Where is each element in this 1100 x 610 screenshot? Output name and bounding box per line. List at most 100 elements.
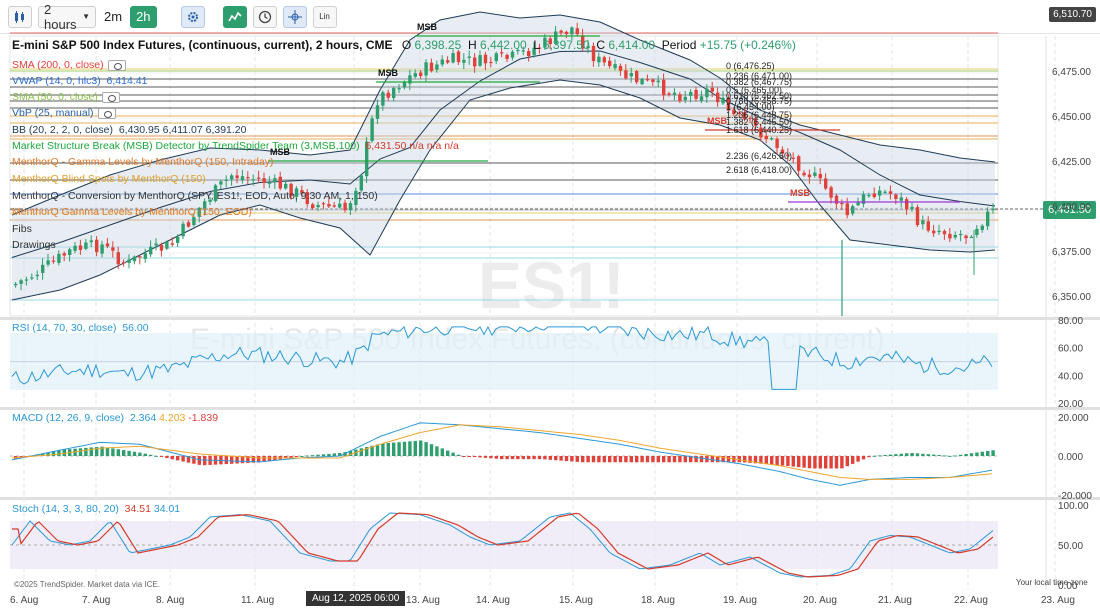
macd-hist-bar (473, 456, 477, 458)
legend-vwap[interactable]: VWAP (14, 0, hlc3) 6,414.41 (12, 74, 147, 88)
candle-up (478, 55, 482, 66)
blindspots-label: MenthorQ Blind Spots by MenthorQ (150) (12, 173, 206, 185)
low-label: L (533, 38, 540, 52)
candle-down (483, 54, 488, 64)
msb-label: MSB (378, 68, 399, 78)
candle-up (127, 259, 131, 263)
fib-label: 2.618 (6,418.00) (726, 165, 792, 175)
candle-up (494, 53, 498, 62)
macd-hist-bar (116, 449, 120, 456)
macd-hist-bar (937, 455, 941, 457)
eye-icon[interactable] (97, 107, 116, 119)
candle-up (878, 190, 882, 196)
macd-hist-bar (494, 456, 498, 459)
macd-hist-bar (132, 451, 137, 456)
macd-hist-bar (645, 456, 650, 463)
macd-hist-bar (932, 454, 936, 456)
candle-up (959, 233, 963, 236)
candle-up (953, 235, 957, 238)
candle-down (257, 177, 261, 179)
price-axis-label: 6,400.00 (1052, 202, 1091, 213)
date-label: 18. Aug (641, 595, 675, 606)
candle-down (505, 54, 509, 60)
candle-up (375, 105, 380, 119)
macd-hist-bar (321, 454, 326, 456)
macd-legend[interactable]: MACD (12, 26, 9, close) 2.364 4.203 -1.8… (12, 411, 218, 425)
candle-up (424, 62, 428, 76)
eye-icon[interactable] (107, 59, 126, 71)
open-label: O (401, 38, 412, 52)
macd-hist-bar (419, 440, 423, 456)
macd-hist-bar (564, 456, 569, 462)
macd-hist-bar (797, 456, 801, 468)
legend-vbp[interactable]: VbP (25, manual) (12, 106, 116, 120)
chart-canvas[interactable]: ES1! E-mini S&P 500 Index Futures, (conti… (0, 0, 1100, 610)
candle-down (116, 252, 120, 265)
macd-hist-bar (554, 456, 558, 461)
legend-conversion[interactable]: MenthorQ - Conversion by MenthorQ (SPY, … (12, 189, 378, 203)
candle-down (62, 253, 66, 256)
macd-hist-bar (516, 456, 520, 460)
candle-up (856, 202, 860, 206)
macd-hist-bar (143, 453, 147, 456)
macd-hist-bar (402, 441, 407, 456)
candle-up (597, 56, 601, 63)
macd-hist-bar (159, 456, 164, 457)
legend-gamma-eod[interactable]: MenthorQ Gamma Levels by MenthorQ (150, … (12, 205, 252, 219)
candle-up (656, 80, 660, 83)
legend-blindspots[interactable]: MenthorQ Blind Spots by MenthorQ (150) (12, 172, 206, 186)
macd-hist-bar (138, 452, 142, 456)
candle-up (770, 138, 774, 140)
macd-hist-bar (510, 456, 515, 460)
candle-up (629, 73, 633, 77)
vbp-label: VbP (25, manual) (12, 107, 94, 119)
macd-hist-bar (548, 456, 552, 460)
legend-fibs[interactable]: Fibs (12, 222, 32, 236)
candle-down (651, 79, 655, 82)
bb-values: 6,430.95 6,411.07 6,391.20 (118, 124, 247, 136)
candle-down (905, 199, 909, 210)
legend-sma200[interactable]: SMA (200, 0, close) (12, 58, 126, 72)
stoch-d-value: 34.01 (153, 503, 181, 515)
macd-hist-bar (381, 443, 385, 456)
legend-gamma[interactable]: MenthorQ - Gamma Levels by MenthorQ (150… (12, 155, 273, 169)
macd-hist-bar (672, 456, 677, 463)
candle-down (456, 51, 461, 63)
eye-icon[interactable] (101, 91, 120, 103)
candle-down (327, 203, 331, 207)
candle-up (402, 81, 407, 88)
legend-drawings[interactable]: Drawings (12, 238, 56, 252)
date-label: 8. Aug (156, 595, 185, 606)
macd-hist-bar (532, 456, 536, 460)
legend-msb[interactable]: Market Structure Break (MSB) Detector by… (12, 139, 459, 153)
candle-down (489, 61, 493, 64)
macd-hist-bar (78, 448, 83, 456)
macd-hist-bar (807, 456, 812, 469)
macd-hist-bar (483, 456, 488, 458)
date-label: 21. Aug (878, 595, 912, 606)
macd-hist-bar (154, 455, 158, 457)
candle-down (311, 204, 315, 209)
candle-up (510, 51, 515, 58)
candle-up (467, 56, 471, 58)
macd-hist-bar (608, 456, 612, 463)
macd-hist-bar (197, 456, 201, 465)
candle-up (84, 242, 88, 249)
price-axis-label: 6,350.00 (1052, 292, 1091, 303)
stoch-legend[interactable]: Stoch (14, 3, 3, 80, 20) 34.51 34.01 (12, 502, 180, 516)
legend-sma50[interactable]: SMA (50, 0, close) (12, 90, 120, 104)
rsi-value: 56.00 (122, 322, 149, 334)
macd-hist-bar (235, 456, 239, 464)
rsi-legend[interactable]: RSI (14, 70, 30, close) 56.00 (12, 321, 149, 335)
candle-up (30, 277, 34, 279)
drawings-label: Drawings (12, 239, 56, 251)
macd-hist-bar (926, 454, 930, 456)
candle-down (824, 178, 828, 189)
candle-down (694, 89, 698, 99)
macd-hist-bar (57, 450, 61, 456)
macd-hist-bar (521, 456, 525, 460)
local-time-label[interactable]: Your local time zone (1016, 578, 1088, 587)
candle-down (791, 157, 795, 159)
macd-hist-bar (408, 441, 412, 456)
legend-bb[interactable]: BB (20, 2, 2, 0, close) 6,430.95 6,411.0… (12, 123, 246, 137)
